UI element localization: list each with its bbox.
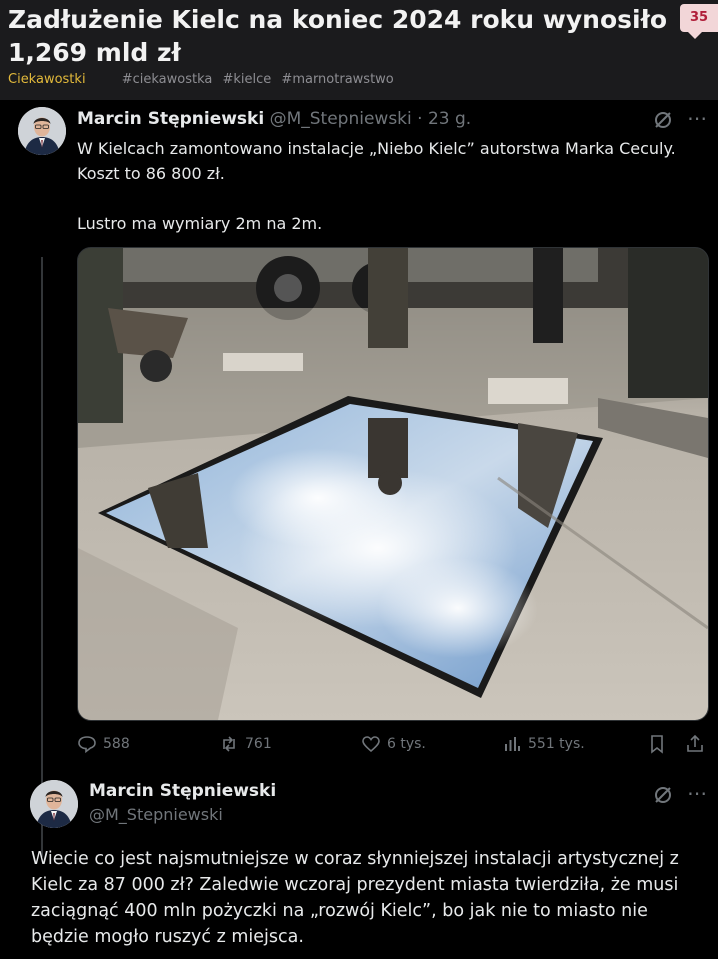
tweet-text: W Kielcach zamontowano instalacje „Niebo…: [77, 136, 697, 236]
share-icon: [687, 734, 703, 752]
embedded-tweet-screenshot: Marcin Stępniewski @M_Stepniewski · 23 g…: [0, 100, 718, 959]
more-options-icon[interactable]: ⋯: [687, 106, 707, 130]
bookmark-button[interactable]: [647, 734, 667, 754]
like-button[interactable]: 6 tys.: [361, 734, 426, 754]
post-title[interactable]: Zadłużenie Kielc na koniec 2024 roku wyn…: [8, 3, 668, 69]
share-button[interactable]: [685, 734, 705, 754]
views-chart-icon: [505, 737, 520, 751]
reply-text: Wiecie co jest najsmutniejsze w coraz sł…: [31, 849, 679, 947]
tag-link[interactable]: #marnotrawstwo: [281, 72, 393, 87]
mirror-installation-photo: [78, 248, 708, 720]
grok-icon[interactable]: [652, 109, 674, 136]
grok-icon[interactable]: [652, 784, 674, 811]
tweet-paragraph: Lustro ma wymiary 2m na 2m.: [77, 214, 323, 233]
more-options-icon[interactable]: ⋯: [687, 781, 707, 805]
reply-author-handle[interactable]: @M_Stepniewski: [89, 805, 223, 824]
post-meta: Ciekawostki #ciekawostka #kielce #marnot…: [8, 72, 400, 87]
tweet-header: Marcin Stępniewski @M_Stepniewski · 23 g…: [77, 109, 471, 129]
retweet-count: 761: [245, 736, 272, 752]
reply-author-avatar[interactable]: [30, 780, 78, 828]
reply-count: 588: [103, 736, 130, 752]
view-count: 551 tys.: [528, 736, 585, 752]
tag-link[interactable]: #kielce: [222, 72, 271, 87]
author-avatar[interactable]: [18, 107, 66, 155]
retweet-button[interactable]: 761: [219, 734, 272, 754]
thread-line: [41, 257, 43, 857]
tag-link[interactable]: #ciekawostka: [122, 72, 213, 87]
author-handle[interactable]: @M_Stepniewski: [270, 109, 412, 129]
retweet-icon: [223, 736, 235, 752]
reply-icon: [78, 736, 96, 754]
avatar-portrait: [30, 780, 78, 828]
author-name[interactable]: Marcin Stępniewski: [77, 109, 264, 129]
reply-button[interactable]: 588: [77, 734, 130, 754]
tweet-actions: 588 761 6 tys. 551 tys.: [77, 734, 707, 760]
heart-icon: [362, 736, 380, 753]
like-count: 6 tys.: [387, 736, 426, 752]
category-link[interactable]: Ciekawostki: [8, 72, 86, 87]
vote-count-badge[interactable]: 35: [680, 4, 718, 39]
bookmark-icon: [651, 735, 663, 754]
tweet-paragraph: W Kielcach zamontowano instalacje „Niebo…: [77, 139, 676, 183]
views-button[interactable]: 551 tys.: [502, 734, 585, 754]
reply-author-name[interactable]: Marcin Stępniewski: [89, 781, 276, 801]
tweet-photo[interactable]: [77, 247, 709, 721]
tweet-time[interactable]: · 23 g.: [417, 109, 471, 129]
avatar-portrait: [18, 107, 66, 155]
